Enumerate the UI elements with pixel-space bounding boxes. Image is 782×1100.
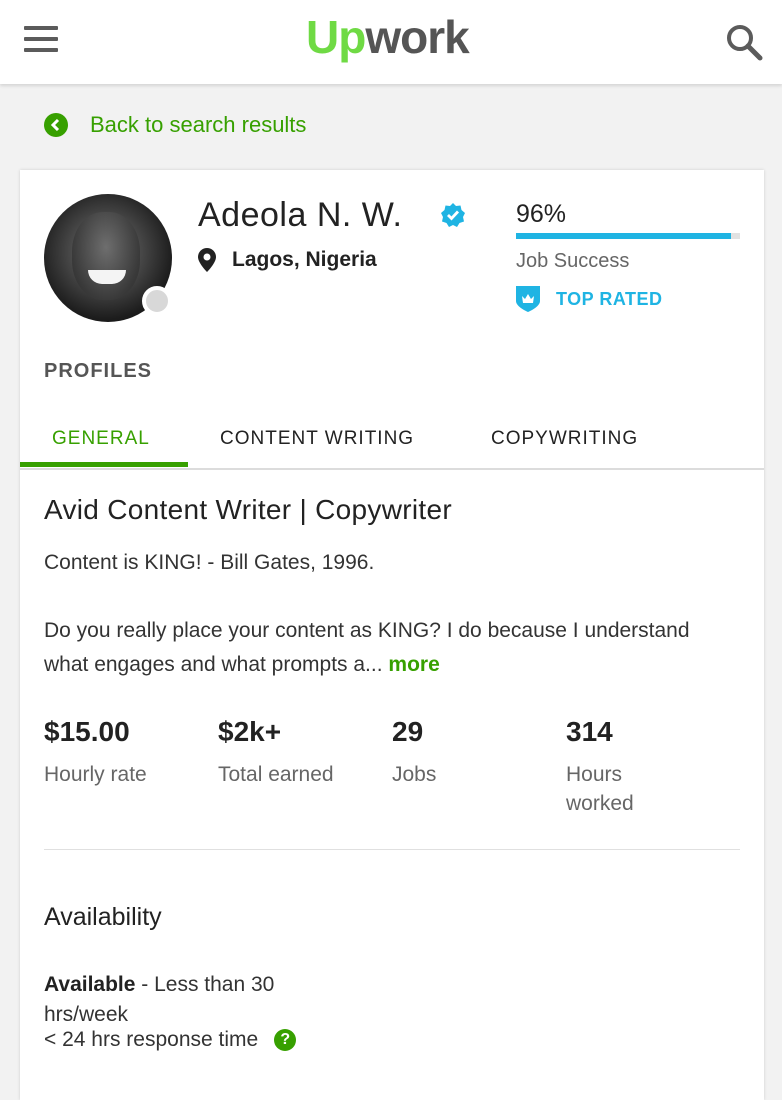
profile-title: Avid Content Writer | Copywriter (44, 494, 452, 525)
stat-value: 29 (392, 716, 424, 747)
job-success-bar-fill (516, 233, 732, 239)
tab-copywriting[interactable]: COPYWRITING (491, 428, 638, 450)
description-text: Do you really place your content as KING… (44, 619, 690, 676)
help-icon[interactable]: ? (274, 1029, 297, 1051)
stat-hours-worked: 314 Hours worked (566, 716, 676, 818)
stat-label: Hourly rate (44, 763, 147, 786)
job-success-percent: 96% (516, 200, 567, 228)
top-rated-badge[interactable]: TOP RATED (516, 286, 663, 312)
top-rated-text: TOP RATED (556, 288, 663, 309)
stat-value: $2k+ (218, 716, 282, 747)
stat-value: 314 (566, 716, 613, 747)
verified-icon (441, 203, 465, 227)
chevron-left-icon (44, 113, 68, 137)
stat-jobs: 29 Jobs (392, 716, 542, 789)
stat-label: Total earned (218, 763, 334, 786)
logo-up-text: Up (306, 11, 366, 63)
upwork-logo[interactable]: Upwork (306, 10, 470, 64)
search-icon[interactable] (724, 22, 764, 62)
response-time-text: < 24 hrs response time (44, 1028, 259, 1051)
availability-status-label: Available (44, 973, 136, 996)
job-success-label: Job Success (516, 250, 630, 272)
profile-tabs: GENERAL CONTENT WRITING COPYWRITING (20, 422, 764, 470)
back-to-search-link[interactable]: Back to search results (44, 110, 306, 140)
stat-value: $15.00 (44, 716, 130, 747)
top-rated-icon (516, 286, 540, 312)
back-link-label: Back to search results (90, 112, 307, 137)
stat-total-earned: $2k+ Total earned (218, 716, 378, 789)
top-navigation-bar: Upwork (0, 0, 782, 84)
menu-icon[interactable] (24, 26, 58, 56)
stat-label: Jobs (392, 763, 437, 786)
tab-general[interactable]: GENERAL (52, 428, 150, 450)
tab-content-writing[interactable]: CONTENT WRITING (220, 428, 414, 450)
stat-hourly-rate: $15.00 Hourly rate (44, 716, 204, 789)
location-pin-icon (198, 248, 216, 272)
stat-label: Hours worked (566, 763, 634, 815)
response-time: < 24 hrs response time ? (44, 1028, 297, 1052)
freelancer-name: Adeola N. W. (198, 196, 403, 234)
availability-heading: Availability (44, 903, 162, 931)
profiles-heading: PROFILES (44, 360, 153, 382)
profile-quote: Content is KING! - Bill Gates, 1996. (44, 551, 375, 574)
profile-description: Do you really place your content as KING… (44, 614, 724, 682)
location-text: Lagos, Nigeria (232, 248, 377, 271)
logo-work-text: work (365, 11, 469, 63)
job-success-bar (516, 233, 740, 239)
more-link[interactable]: more (388, 653, 439, 676)
online-status-indicator (142, 286, 172, 316)
active-tab-indicator (20, 462, 188, 467)
profile-card: Adeola N. W. Lagos, Nigeria 96% Job Succ… (20, 170, 764, 1100)
availability-status: Available - Less than 30 hrs/week (44, 970, 344, 1030)
location: Lagos, Nigeria (198, 248, 377, 272)
section-divider (44, 849, 740, 850)
